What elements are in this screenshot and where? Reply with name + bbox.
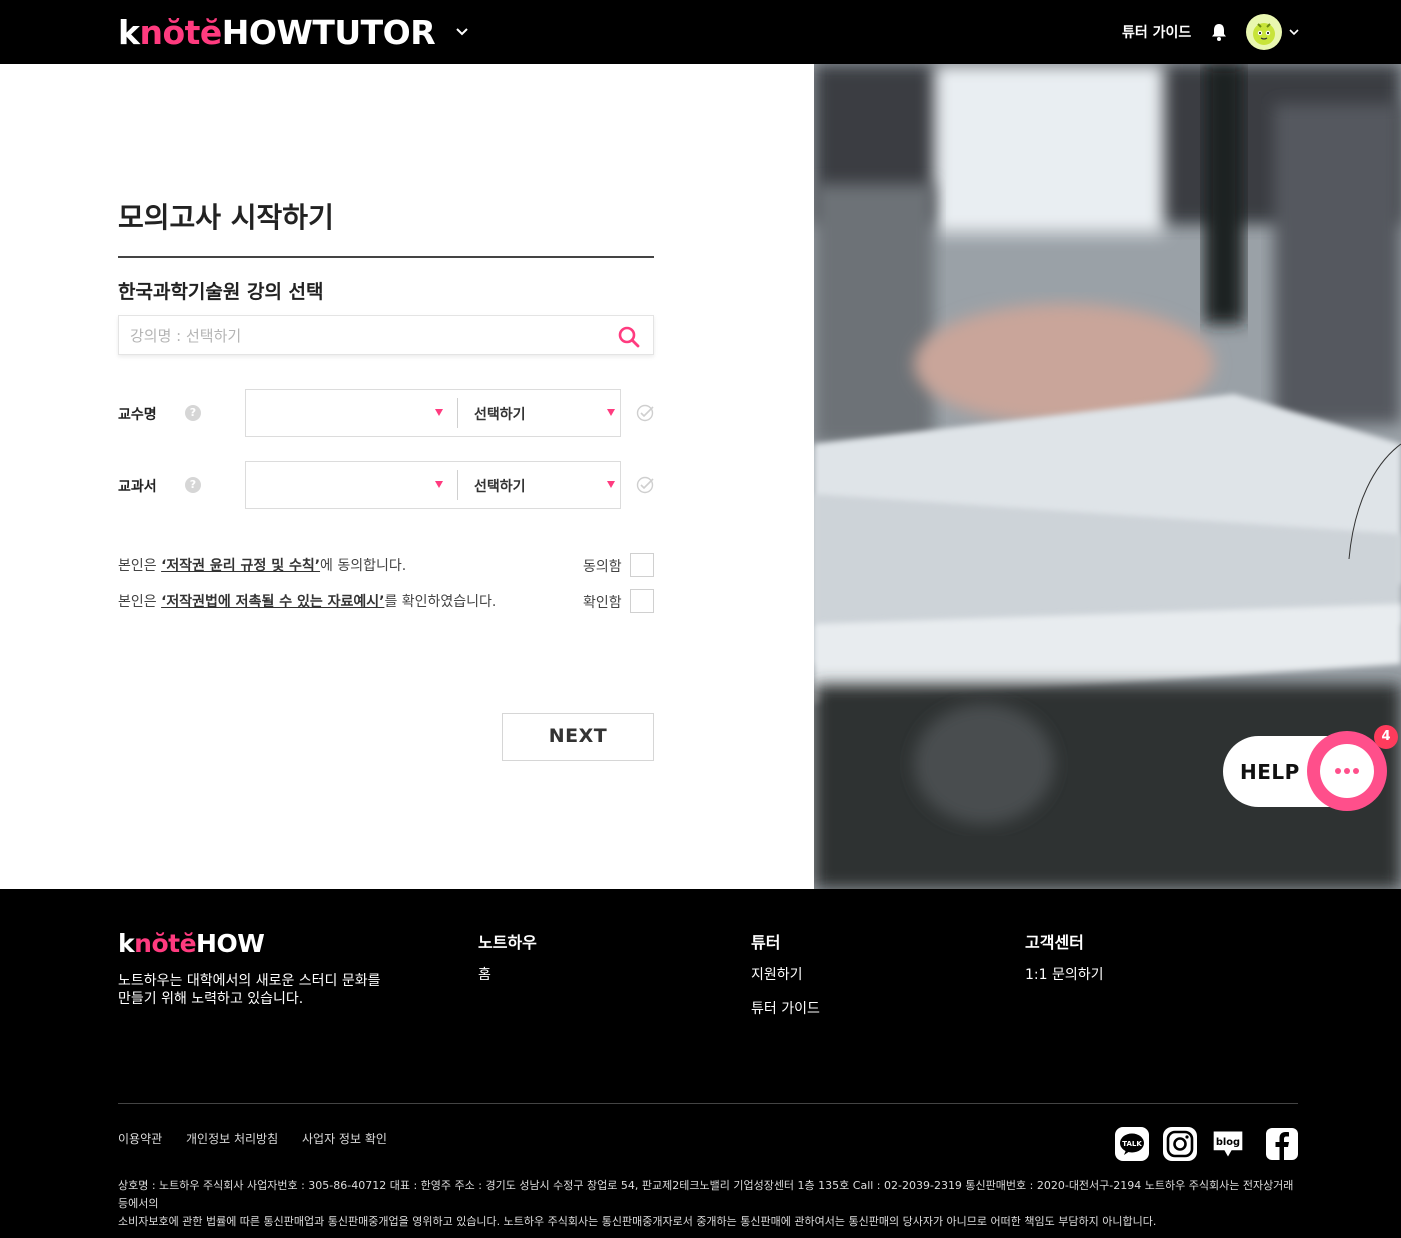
copyright-examples-link[interactable]: ‘저작권법에 저촉될 수 있는 자료예시’ bbox=[161, 594, 384, 610]
professor-select-secondary-value: 선택하기 bbox=[474, 407, 526, 423]
legal-line-2: 소비자보호에 관한 법률에 따른 통신판매업과 통신판매중개업을 영위하고 있습… bbox=[118, 1215, 1157, 1228]
title-divider bbox=[118, 256, 654, 258]
nav-tutor-guide[interactable]: 튜터 가이드 bbox=[1122, 22, 1191, 42]
agreement-suffix: 를 확인하였습니다. bbox=[384, 594, 497, 610]
page-title: 모의고사 시작하기 bbox=[118, 201, 334, 234]
professor-select: 선택하기 bbox=[245, 389, 621, 437]
avatar[interactable] bbox=[1246, 14, 1282, 50]
blog-icon[interactable]: blog bbox=[1211, 1127, 1245, 1161]
professor-label: 교수명 bbox=[118, 407, 157, 423]
professor-select-secondary[interactable]: 선택하기 bbox=[458, 390, 620, 436]
confirm-checkbox-label: 확인함 bbox=[583, 595, 622, 611]
footer-link-privacy[interactable]: 개인정보 처리방침 bbox=[186, 1130, 278, 1147]
footer-divider bbox=[118, 1103, 1298, 1104]
tutor-logo[interactable]: k nŏtĕ HOW TUTOR bbox=[118, 12, 436, 52]
caret-down-icon bbox=[435, 409, 443, 416]
caret-down-icon bbox=[607, 409, 615, 416]
professor-select-primary[interactable] bbox=[246, 390, 457, 436]
kakao-talk-icon[interactable]: TALK bbox=[1115, 1127, 1149, 1161]
logo-note: nŏtĕ bbox=[134, 929, 197, 958]
agree-checkbox-label: 동의함 bbox=[583, 559, 622, 575]
footer-link-terms[interactable]: 이용약관 bbox=[118, 1130, 162, 1147]
help-icon[interactable]: ? bbox=[185, 405, 201, 421]
facebook-icon[interactable] bbox=[1265, 1127, 1299, 1161]
notification-badge: 4 bbox=[1374, 725, 1398, 749]
footer-link-business-info[interactable]: 사업자 정보 확인 bbox=[302, 1130, 387, 1147]
textbook-select-secondary[interactable]: 선택하기 bbox=[458, 462, 620, 508]
footer-col-tutor: 튜터 bbox=[751, 933, 781, 952]
ellipsis-icon bbox=[1335, 768, 1359, 774]
footer-link-tutor-guide[interactable]: 튜터 가이드 bbox=[751, 998, 820, 1018]
copyright-ethics-link[interactable]: ‘저작권 윤리 규정 및 수칙’ bbox=[161, 558, 320, 574]
footer-link-inquiry[interactable]: 1:1 문의하기 bbox=[1025, 964, 1104, 984]
chevron-down-icon[interactable] bbox=[1288, 26, 1300, 38]
check-circle-icon bbox=[636, 404, 654, 422]
logo-note: nŏtĕ bbox=[139, 12, 222, 52]
bell-icon[interactable] bbox=[1209, 22, 1229, 42]
copyright-examples-statement: 본인은 ‘저작권법에 저촉될 수 있는 자료예시’를 확인하였습니다. bbox=[118, 591, 496, 611]
instagram-icon[interactable] bbox=[1163, 1127, 1197, 1161]
agreement-suffix: 에 동의합니다. bbox=[320, 558, 407, 574]
section-title: 한국과학기술원 강의 선택 bbox=[118, 281, 324, 303]
caret-down-icon bbox=[607, 481, 615, 488]
footer-link-apply[interactable]: 지원하기 bbox=[751, 964, 803, 984]
logo-k: k bbox=[118, 12, 140, 52]
help-icon[interactable]: ? bbox=[185, 477, 201, 493]
help-label[interactable]: HELP bbox=[1240, 760, 1300, 784]
footer-legal: 상호명 : 노트하우 주식회사 사업자번호 : 305-86-40712 대표 … bbox=[118, 1177, 1298, 1231]
next-button[interactable]: NEXT bbox=[502, 713, 654, 761]
agreement-prefix: 본인은 bbox=[118, 594, 162, 610]
chat-bubble-inner bbox=[1320, 744, 1374, 798]
caret-down-icon bbox=[435, 481, 443, 488]
footer-col-notehow: 노트하우 bbox=[478, 933, 537, 952]
logo-k: k bbox=[118, 929, 135, 958]
footer: knŏtĕHOW 노트하우는 대학에서의 새로운 스터디 문화를 만들기 위해 … bbox=[0, 889, 1401, 1238]
top-header: k nŏtĕ HOW TUTOR 튜터 가이드 bbox=[0, 0, 1401, 64]
textbook-select-primary[interactable] bbox=[246, 462, 457, 508]
avatar-character-icon bbox=[1253, 23, 1275, 45]
confirm-checkbox[interactable] bbox=[630, 589, 654, 613]
textbook-label: 교과서 bbox=[118, 479, 157, 495]
footer-link-home[interactable]: 홈 bbox=[478, 964, 491, 984]
agreement-prefix: 본인은 bbox=[118, 558, 162, 574]
legal-line-1: 상호명 : 노트하우 주식회사 사업자번호 : 305-86-40712 대표 … bbox=[118, 1179, 1294, 1210]
lecture-search bbox=[118, 315, 654, 355]
lecture-search-input[interactable] bbox=[130, 325, 600, 347]
footer-logo[interactable]: knŏtĕHOW bbox=[118, 929, 265, 958]
footer-col-support: 고객센터 bbox=[1025, 933, 1084, 952]
textbook-select: 선택하기 bbox=[245, 461, 621, 509]
agree-checkbox[interactable] bbox=[630, 553, 654, 577]
logo-how: HOW bbox=[221, 12, 313, 52]
svg-text:blog: blog bbox=[1216, 1137, 1240, 1148]
logo-suffix: TUTOR bbox=[312, 12, 436, 52]
chevron-down-icon[interactable] bbox=[455, 24, 469, 38]
search-icon[interactable] bbox=[617, 325, 641, 349]
check-circle-icon bbox=[636, 476, 654, 494]
textbook-select-secondary-value: 선택하기 bbox=[474, 479, 526, 495]
svg-text:TALK: TALK bbox=[1122, 1140, 1142, 1148]
logo-how: HOW bbox=[196, 929, 265, 958]
footer-description: 노트하우는 대학에서의 새로운 스터디 문화를 만들기 위해 노력하고 있습니다… bbox=[118, 973, 381, 1007]
copyright-ethics-statement: 본인은 ‘저작권 윤리 규정 및 수칙’에 동의합니다. bbox=[118, 555, 406, 575]
